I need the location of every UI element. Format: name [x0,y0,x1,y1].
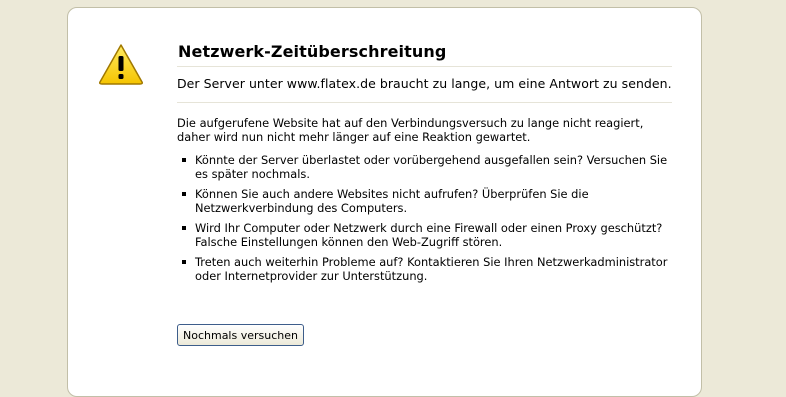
error-title: Netzwerk-Zeitüberschreitung [177,36,672,67]
bullet-icon [182,158,186,162]
error-long-description: Die aufgerufene Website hat auf den Verb… [177,116,672,283]
bullet-icon [182,260,186,264]
error-content: Netzwerk-Zeitüberschreitung Der Server u… [177,36,672,289]
bullet-icon [182,226,186,230]
error-short-description: Der Server unter www.flatex.de braucht z… [177,67,672,103]
suggestion-text: Treten auch weiterhin Probleme auf? Kont… [195,255,668,283]
bullet-icon [182,192,186,196]
suggestion-text: Könnte der Server überlastet oder vorübe… [195,153,668,181]
error-page-container: Netzwerk-Zeitüberschreitung Der Server u… [67,7,702,397]
suggestion-text: Wird Ihr Computer oder Netzwerk durch ei… [195,221,663,249]
suggestion-item: Könnte der Server überlastet oder vorübe… [182,153,672,181]
error-long-description-text: Die aufgerufene Website hat auf den Verb… [177,116,644,144]
suggestion-list: Könnte der Server überlastet oder vorübe… [177,153,672,283]
suggestion-item: Treten auch weiterhin Probleme auf? Kont… [182,255,672,283]
suggestion-item: Wird Ihr Computer oder Netzwerk durch ei… [182,221,672,249]
warning-icon [99,44,143,85]
retry-button[interactable]: Nochmals versuchen [177,324,304,346]
suggestion-item: Können Sie auch andere Websites nicht au… [182,187,672,215]
suggestion-text: Können Sie auch andere Websites nicht au… [195,187,589,215]
